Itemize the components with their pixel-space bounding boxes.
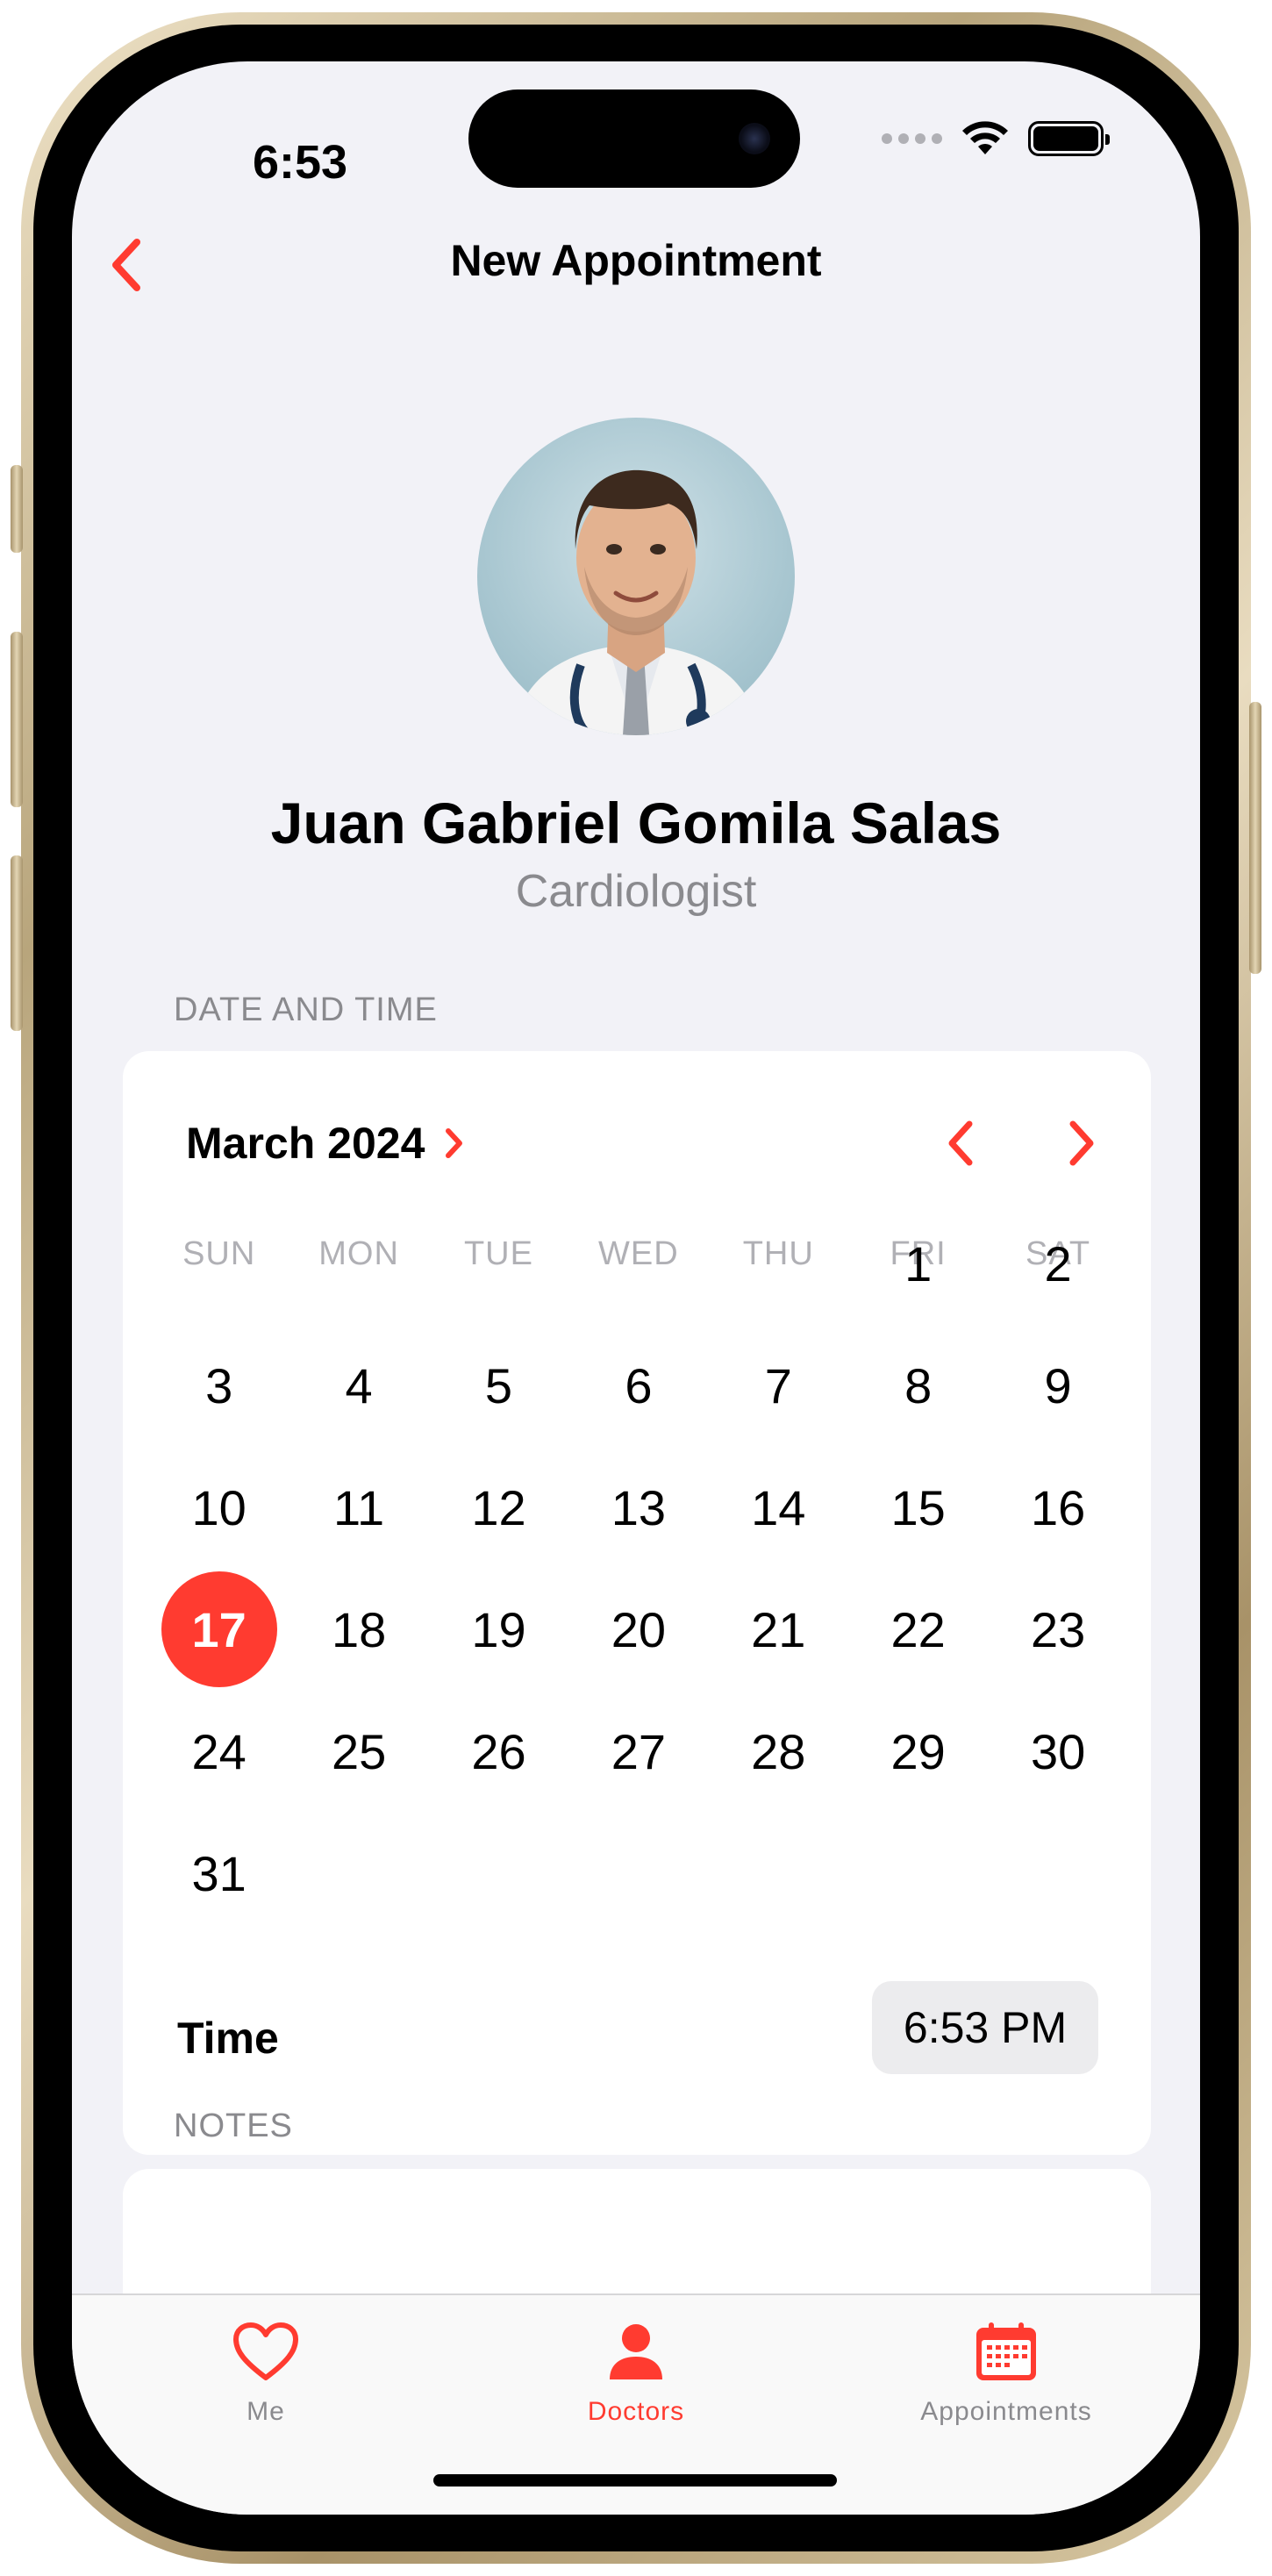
calendar-day[interactable]: 18 bbox=[301, 1571, 417, 1687]
power-button bbox=[1249, 702, 1261, 974]
calendar-day[interactable]: 29 bbox=[861, 1693, 976, 1809]
time-picker-button[interactable]: 6:53 PM bbox=[872, 1981, 1098, 2074]
volume-down-button bbox=[11, 855, 23, 1031]
time-label: Time bbox=[177, 2014, 279, 2063]
weekday-label: SUN bbox=[182, 1235, 256, 1272]
action-button bbox=[11, 465, 23, 553]
tab-appointments[interactable]: Appointments bbox=[875, 2315, 1138, 2427]
calendar-day[interactable]: 19 bbox=[441, 1571, 557, 1687]
heart-icon bbox=[233, 2322, 298, 2380]
weekday-label: TUE bbox=[463, 1235, 533, 1272]
calendar-day[interactable]: 12 bbox=[441, 1449, 557, 1565]
month-label: March 2024 bbox=[186, 1119, 425, 1168]
calendar-day[interactable]: 16 bbox=[1000, 1449, 1116, 1565]
calendar-icon bbox=[976, 2322, 1036, 2380]
calendar-day[interactable]: 27 bbox=[581, 1693, 697, 1809]
calendar-day[interactable]: 13 bbox=[581, 1449, 697, 1565]
calendar-day[interactable]: 6 bbox=[581, 1327, 697, 1443]
chevron-left-icon bbox=[948, 1120, 973, 1166]
camera-icon bbox=[739, 123, 770, 154]
calendar-day[interactable]: 2 bbox=[1000, 1206, 1116, 1321]
calendar-day[interactable]: 3 bbox=[161, 1327, 277, 1443]
status-icons bbox=[882, 119, 1110, 158]
weekday-header: SUN MON TUE WED THU FRI SAT bbox=[149, 1235, 1128, 1273]
calendar-day[interactable]: 11 bbox=[301, 1449, 417, 1565]
calendar-day[interactable]: 7 bbox=[720, 1327, 836, 1443]
calendar-day[interactable]: 8 bbox=[861, 1327, 976, 1443]
person-icon bbox=[610, 2324, 662, 2379]
calendar-day[interactable]: 28 bbox=[720, 1693, 836, 1809]
month-picker-button[interactable]: March 2024 bbox=[186, 1118, 467, 1169]
wifi-icon bbox=[962, 121, 1008, 154]
calendar-day[interactable]: 9 bbox=[1000, 1327, 1116, 1443]
dynamic-island bbox=[468, 89, 800, 188]
weekday-label: WED bbox=[598, 1235, 679, 1272]
calendar-day[interactable]: 31 bbox=[161, 1815, 277, 1931]
tab-me-label: Me bbox=[247, 2397, 285, 2426]
chevron-right-icon bbox=[446, 1128, 463, 1158]
calendar-day[interactable]: 24 bbox=[161, 1693, 277, 1809]
calendar-day[interactable]: 22 bbox=[861, 1571, 976, 1687]
calendar-day[interactable]: 26 bbox=[441, 1693, 557, 1809]
tab-doctors-label: Doctors bbox=[587, 2397, 685, 2426]
calendar-day[interactable]: 5 bbox=[441, 1327, 557, 1443]
home-indicator bbox=[433, 2474, 837, 2487]
month-navigation bbox=[933, 1113, 1109, 1174]
tab-me[interactable]: Me bbox=[134, 2315, 397, 2427]
doctor-name: Juan Gabriel Gomila Salas bbox=[270, 791, 1002, 855]
calendar-day[interactable]: 25 bbox=[301, 1693, 417, 1809]
cellular-signal-icon bbox=[882, 133, 942, 144]
doctor-avatar bbox=[477, 418, 795, 735]
date-time-card: March 2024 SUN MON TUE WED THU FRI SAT 1… bbox=[123, 1051, 1151, 2155]
app-screen: 6:53 New Appointment Juan Gabriel Gomila… bbox=[72, 61, 1200, 2515]
notes-section-label: NOTES bbox=[174, 2107, 293, 2144]
calendar-day-selected[interactable]: 17 bbox=[161, 1571, 277, 1687]
date-time-section-label: DATE AND TIME bbox=[174, 991, 438, 1028]
volume-up-button bbox=[11, 632, 23, 807]
chevron-right-icon bbox=[1069, 1120, 1094, 1166]
next-month-button[interactable] bbox=[1054, 1113, 1109, 1174]
weekday-label: MON bbox=[318, 1235, 399, 1272]
previous-month-button[interactable] bbox=[933, 1113, 988, 1174]
calendar-day[interactable]: 1 bbox=[861, 1206, 976, 1321]
page-title: New Appointment bbox=[450, 236, 822, 285]
status-time: 6:53 bbox=[252, 136, 348, 189]
tab-appointments-label: Appointments bbox=[920, 2397, 1092, 2426]
calendar-day[interactable]: 14 bbox=[720, 1449, 836, 1565]
calendar-day[interactable]: 10 bbox=[161, 1449, 277, 1565]
doctor-specialty: Cardiologist bbox=[515, 866, 757, 917]
battery-icon bbox=[1028, 121, 1110, 156]
calendar-day[interactable]: 15 bbox=[861, 1449, 976, 1565]
calendar-day[interactable]: 20 bbox=[581, 1571, 697, 1687]
tab-doctors[interactable]: Doctors bbox=[504, 2315, 768, 2427]
calendar-day[interactable]: 21 bbox=[720, 1571, 836, 1687]
calendar-day[interactable]: 23 bbox=[1000, 1571, 1116, 1687]
calendar-day[interactable]: 4 bbox=[301, 1327, 417, 1443]
calendar-day[interactable]: 30 bbox=[1000, 1693, 1116, 1809]
weekday-label: THU bbox=[742, 1235, 814, 1272]
